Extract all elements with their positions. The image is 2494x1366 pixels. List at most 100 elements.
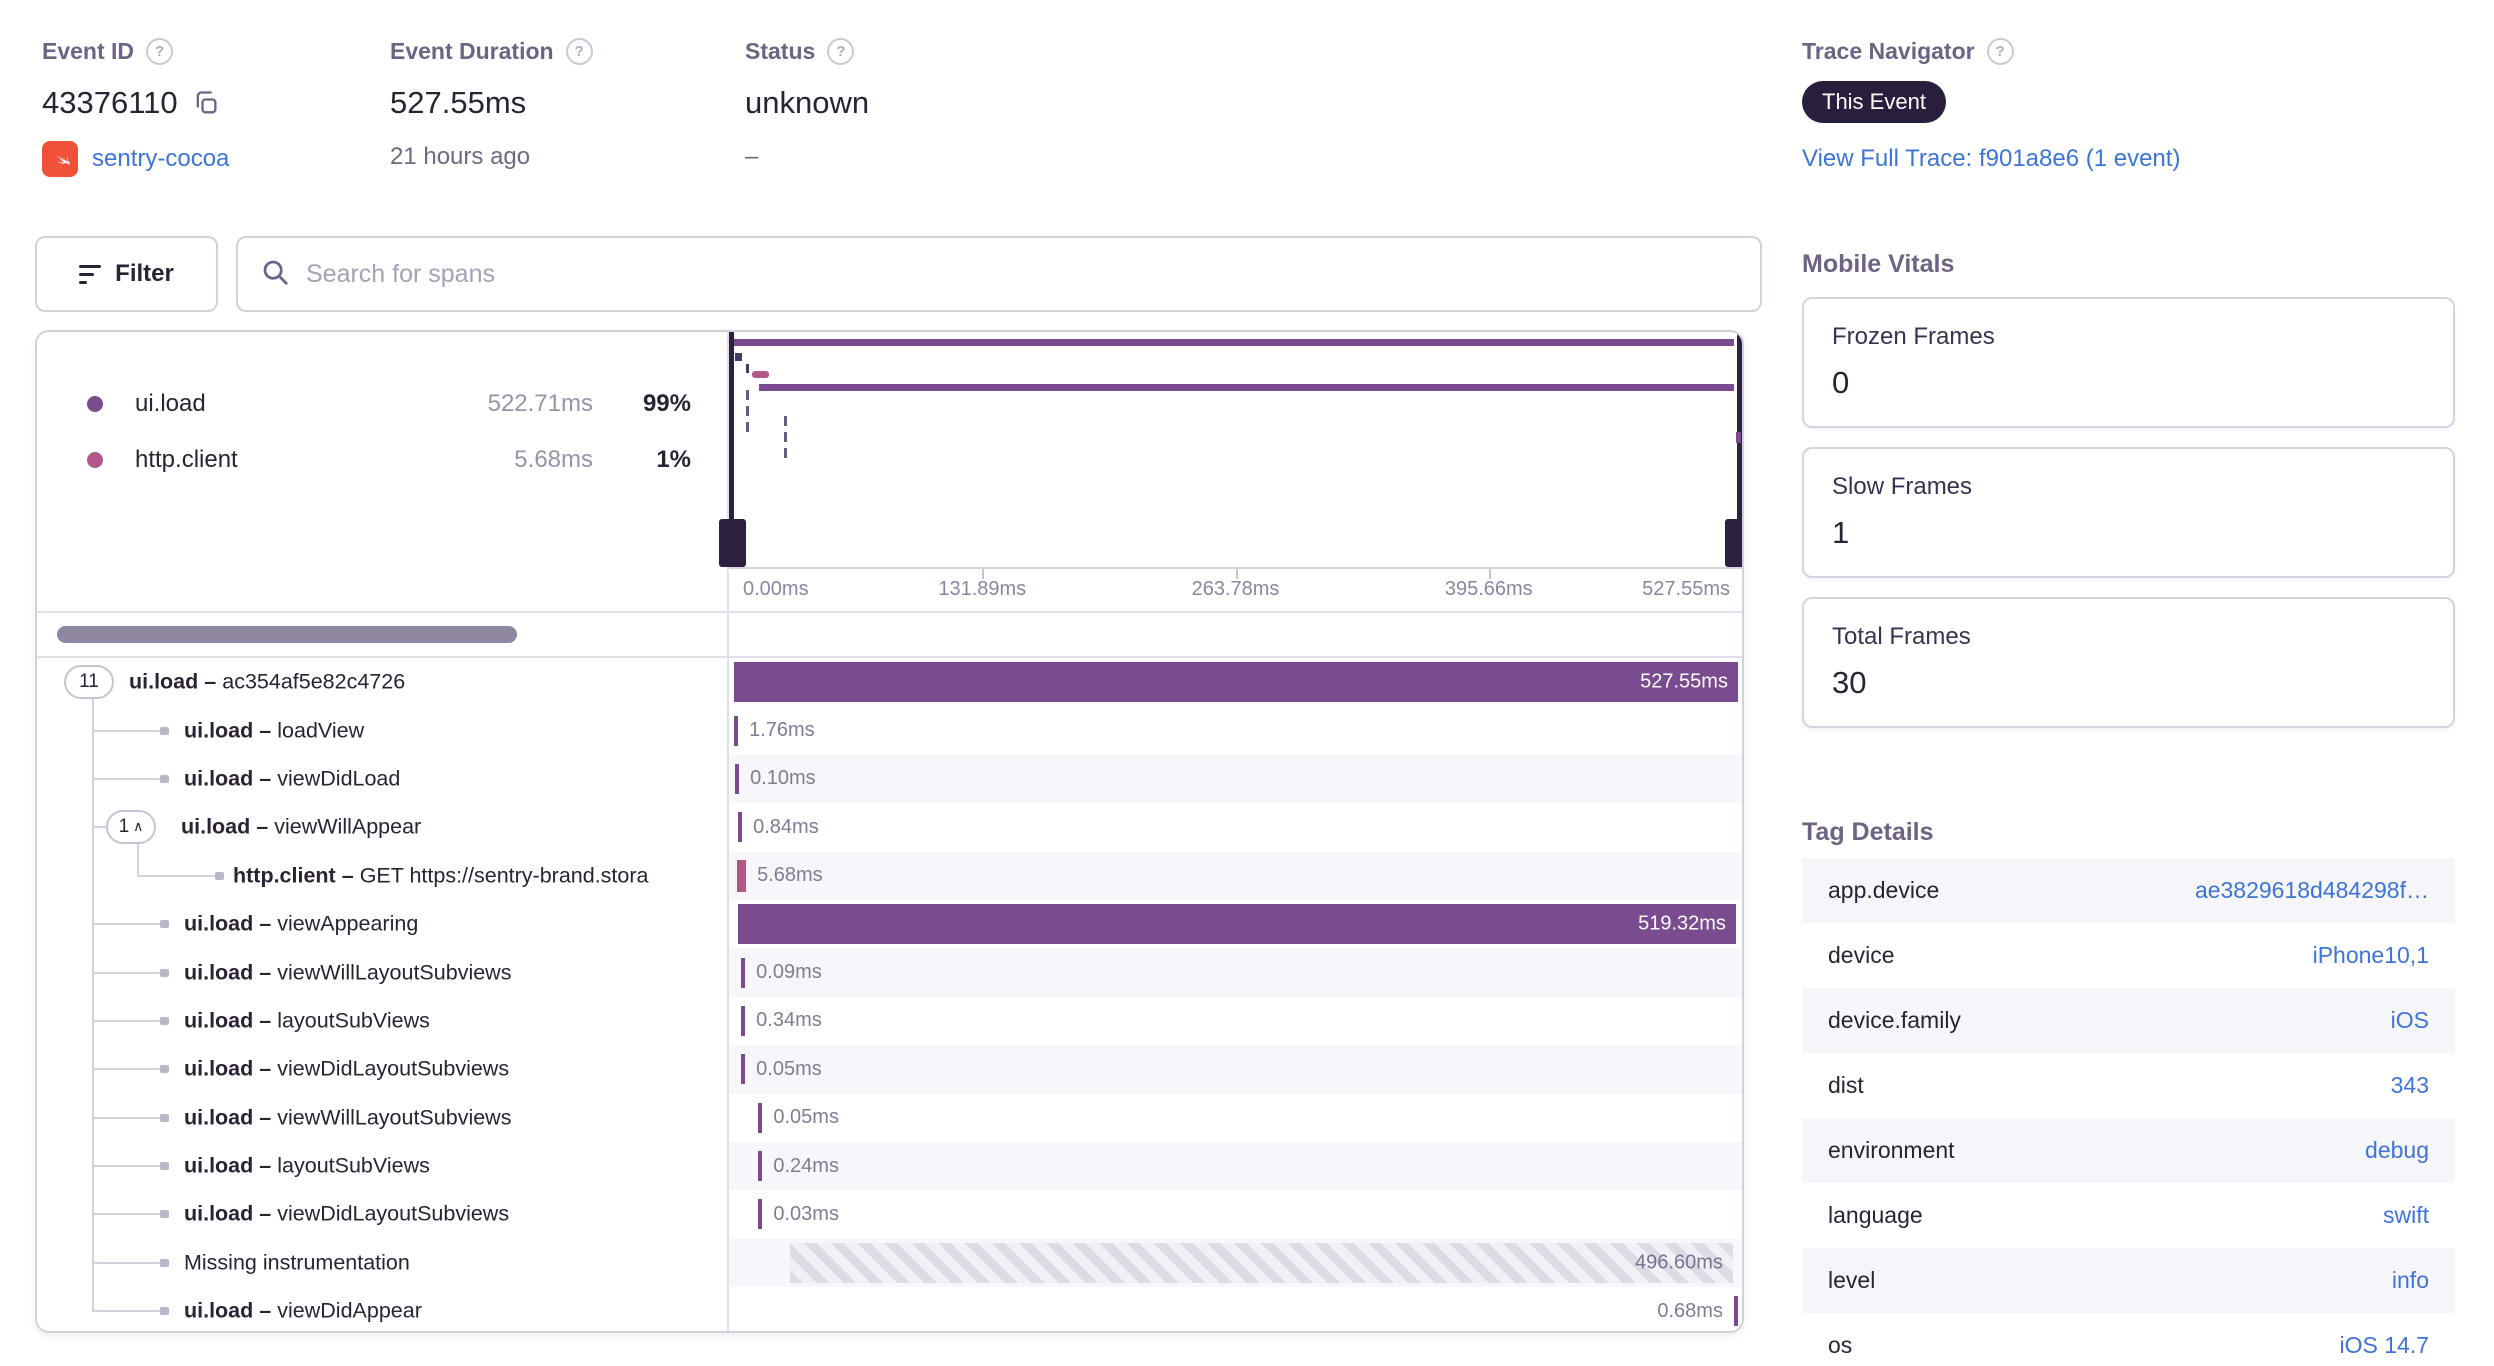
span-row[interactable]: http.client – GET https://sentry-brand.sto…	[37, 851, 1742, 900]
axis-tick-label: 395.66ms	[1444, 578, 1533, 600]
trace-navigator-label: Trace Navigator	[1802, 38, 1975, 64]
span-duration: 519.32ms	[1638, 912, 1726, 935]
tag-value-link[interactable]: info	[2392, 1267, 2429, 1294]
event-duration-label: Event Duration	[390, 38, 554, 64]
span-row[interactable]: ui.load – viewDidLayoutSubviews 0.03ms	[37, 1190, 1742, 1239]
event-id-label: Event ID	[42, 38, 135, 64]
slow-frames-card: Slow Frames 1	[1802, 447, 2455, 578]
axis-tick-label: 0.00ms	[743, 578, 809, 600]
view-full-trace-link[interactable]: View Full Trace: f901a8e6 (1 event)	[1802, 145, 2180, 172]
span-duration: 0.10ms	[750, 767, 816, 790]
span-row[interactable]: ui.load – viewAppearing 519.32ms	[37, 899, 1742, 949]
tag-row: os iOS 14.7	[1828, 1332, 2430, 1359]
status-value: unknown	[745, 85, 870, 120]
minimap-span-mark	[735, 353, 742, 361]
span-row[interactable]: ui.load – viewWillLayoutSubviews 0.09ms	[37, 948, 1742, 997]
span-duration: 0.34ms	[756, 1009, 822, 1032]
minimap-drag-handle-right[interactable]	[1725, 519, 1742, 567]
span-tick[interactable]	[737, 859, 747, 892]
span-duration: 527.55ms	[1640, 670, 1728, 693]
span-row-missing-instrumentation[interactable]: Missing instrumentation 496.60ms	[37, 1238, 1742, 1288]
total-frames-card: Total Frames 30	[1802, 597, 2455, 728]
span-duration: 0.03ms	[773, 1202, 839, 1225]
span-row[interactable]: 1 ∧ ui.load – viewWillAppear 0.84ms	[37, 803, 1742, 852]
span-bar[interactable]: 519.32ms	[738, 903, 1736, 945]
tag-value-link[interactable]: swift	[2383, 1202, 2429, 1229]
horizontal-scrollbar[interactable]	[57, 626, 517, 643]
span-tick[interactable]	[741, 957, 746, 988]
axis-tick-label: 131.89ms	[938, 578, 1027, 600]
span-tick[interactable]	[734, 715, 739, 746]
span-row[interactable]: ui.load – loadView 1.76ms	[37, 706, 1742, 755]
status-sub: –	[745, 143, 759, 170]
help-icon[interactable]: ?	[565, 38, 593, 65]
span-tick[interactable]	[735, 763, 740, 794]
legend-row-ui-load: ui.load 522.71ms 99%	[37, 376, 727, 432]
trace-navigator-block: Trace Navigator ? This Event View Full T…	[1802, 38, 2180, 173]
missing-instrumentation-bar[interactable]: 496.60ms	[789, 1242, 1733, 1284]
help-icon[interactable]: ?	[827, 38, 855, 65]
tag-details-title: Tag Details	[1802, 818, 1934, 846]
tag-value-link[interactable]: ae3829618d484298f…	[2195, 877, 2429, 904]
minimap-view-appearing-bar	[759, 384, 1734, 391]
tag-value-link[interactable]: iOS	[2391, 1007, 2429, 1034]
mobile-vitals-title: Mobile Vitals	[1802, 250, 1955, 278]
span-tick[interactable]	[741, 1054, 746, 1085]
span-duration: 0.24ms	[773, 1154, 839, 1177]
copy-icon[interactable]	[192, 89, 220, 117]
minimap-http-span-bar	[752, 371, 769, 378]
span-tick[interactable]	[738, 812, 743, 843]
tag-row: environment debug	[1802, 1118, 2455, 1183]
tag-row: app.device ae3829618d484298f…	[1802, 858, 2455, 923]
event-duration-block: Event Duration ? 527.55ms 21 hours ago	[390, 38, 593, 171]
span-row[interactable]: ui.load – viewDidLayoutSubviews 0.05ms	[37, 1045, 1742, 1094]
tag-value-link[interactable]: 343	[2391, 1072, 2429, 1099]
span-duration: 5.68ms	[757, 864, 823, 887]
tag-value-link[interactable]: iOS 14.7	[2340, 1332, 2430, 1359]
help-icon[interactable]: ?	[1986, 38, 2014, 65]
trace-minimap[interactable]	[719, 332, 1742, 567]
span-row[interactable]: ui.load – viewDidAppear 0.68ms	[37, 1287, 1742, 1331]
span-count-badge[interactable]: 1 ∧	[106, 810, 156, 845]
span-row[interactable]: ui.load – viewWillLayoutSubviews 0.05ms	[37, 1093, 1742, 1142]
event-id-label-row: Event ID ?	[42, 38, 229, 65]
minimap-span-mark	[746, 364, 749, 373]
ui-load-dot-icon	[87, 396, 103, 412]
span-row[interactable]: ui.load – viewDidLoad 0.10ms	[37, 754, 1742, 804]
span-count-badge[interactable]: 11	[64, 665, 114, 700]
span-tick[interactable]	[758, 1102, 763, 1133]
ops-breakdown: ui.load 522.71ms 99% http.client 5.68ms …	[37, 332, 729, 611]
span-duration: 0.09ms	[756, 961, 822, 984]
help-icon[interactable]: ?	[146, 38, 174, 65]
minimap-drag-handle-left[interactable]	[719, 519, 746, 567]
event-time-ago: 21 hours ago	[390, 143, 531, 170]
chevron-up-icon: ∧	[133, 817, 144, 834]
span-tick[interactable]	[758, 1151, 763, 1182]
event-duration-value: 527.55ms	[390, 85, 527, 120]
project-link[interactable]: sentry-cocoa	[92, 145, 229, 173]
span-row[interactable]: ui.load – layoutSubViews 0.24ms	[37, 1141, 1742, 1191]
tag-details-table: app.device ae3829618d484298f… device iPh…	[1802, 858, 2455, 1366]
span-tick[interactable]	[1733, 1296, 1738, 1327]
tag-row: language swift	[1828, 1202, 2429, 1229]
tag-row: level info	[1802, 1248, 2455, 1313]
span-tick[interactable]	[758, 1199, 763, 1230]
span-row[interactable]: ui.load – layoutSubViews 0.34ms	[37, 996, 1742, 1046]
minimap-span-mark	[1736, 432, 1741, 443]
tag-value-link[interactable]: iPhone10,1	[2313, 942, 2429, 969]
legend-row-http-client: http.client 5.68ms 1%	[37, 432, 727, 488]
span-bar[interactable]: 527.55ms	[734, 662, 1738, 703]
span-search-box	[236, 236, 1762, 312]
event-id-block: Event ID ? 43376110 sentry-cocoa	[42, 38, 229, 177]
minimap-root-span-bar	[734, 339, 1734, 346]
filter-button[interactable]: Filter	[35, 236, 218, 312]
span-duration: 0.05ms	[773, 1106, 839, 1129]
span-row[interactable]: 11 ui.load – ac354af5e82c4726 527.55ms	[37, 658, 1742, 707]
tag-value-link[interactable]: debug	[2365, 1137, 2429, 1164]
search-input[interactable]	[306, 259, 1738, 289]
status-block: Status ? unknown –	[745, 38, 869, 171]
http-client-dot-icon	[87, 452, 103, 468]
span-tick[interactable]	[741, 1005, 746, 1036]
axis-tick-label: 263.78ms	[1191, 578, 1280, 600]
span-duration: 0.05ms	[756, 1057, 822, 1080]
